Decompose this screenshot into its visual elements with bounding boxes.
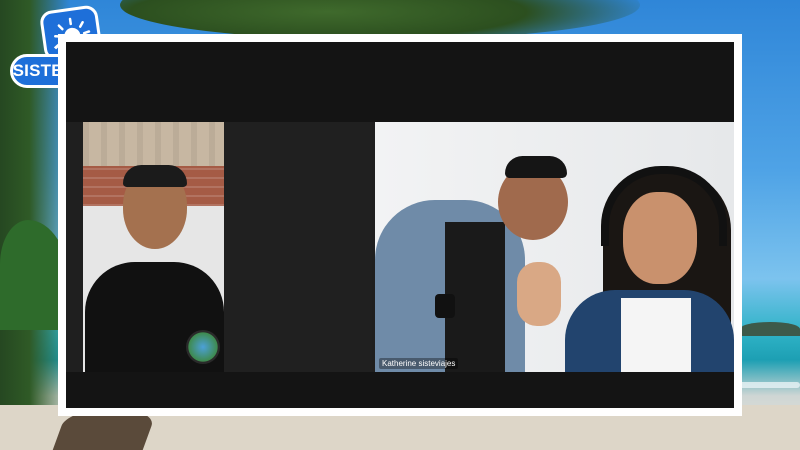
ceiling (83, 122, 224, 166)
man-hair (505, 156, 567, 178)
participant-tile-2[interactable]: Katherine sisteviajes (375, 122, 734, 372)
participant-tile-1[interactable] (83, 122, 224, 372)
shirt-emblem-icon (186, 330, 220, 364)
video-call-window: Katherine sisteviajes (66, 42, 734, 408)
distant-island (740, 322, 800, 336)
top-bar (66, 42, 734, 122)
empty-tile (224, 122, 372, 372)
bottom-bar (66, 372, 734, 408)
watch-icon (435, 294, 455, 318)
participant-name-label: Katherine sisteviajes (379, 358, 459, 369)
peace-sign-hand (517, 262, 561, 326)
video-call-frame: Katherine sisteviajes (58, 34, 742, 416)
participant-hair (123, 165, 187, 187)
white-top (621, 298, 691, 372)
